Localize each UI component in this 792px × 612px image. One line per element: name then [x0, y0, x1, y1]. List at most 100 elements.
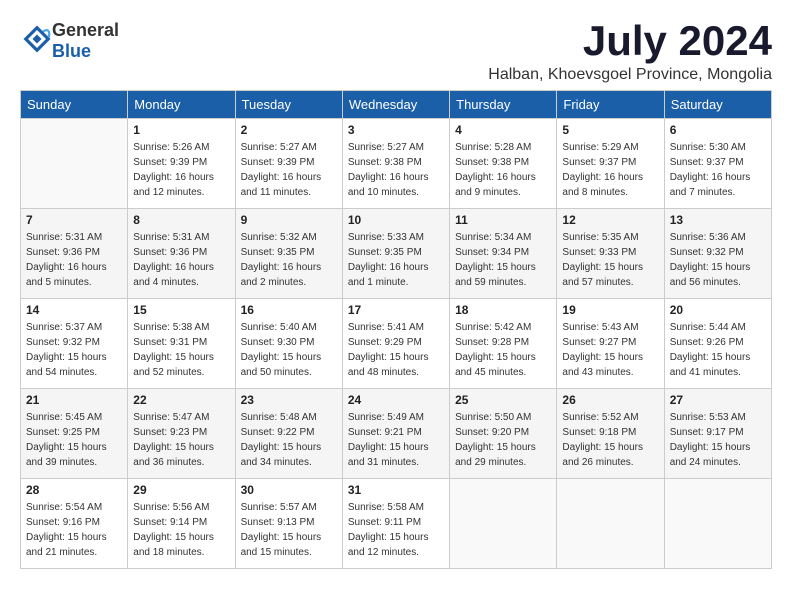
day-number: 11 [455, 213, 551, 227]
table-row: 9Sunrise: 5:32 AM Sunset: 9:35 PM Daylig… [235, 209, 342, 299]
day-number: 6 [670, 123, 766, 137]
table-row: 3Sunrise: 5:27 AM Sunset: 9:38 PM Daylig… [342, 119, 449, 209]
day-number: 23 [241, 393, 337, 407]
day-number: 13 [670, 213, 766, 227]
table-row: 8Sunrise: 5:31 AM Sunset: 9:36 PM Daylig… [128, 209, 235, 299]
day-info: Sunrise: 5:37 AM Sunset: 9:32 PM Dayligh… [26, 320, 122, 380]
table-row: 15 Sunrise: 5:38 AM Sunset: 9:31 PM Dayli… [128, 299, 235, 389]
table-row: 14Sunrise: 5:37 AM Sunset: 9:32 PM Dayli… [21, 299, 128, 389]
table-row: 19 Sunrise: 5:43 AM Sunset: 9:27 PM Dayli… [557, 299, 664, 389]
day-number: 17 [348, 303, 444, 317]
table-row: 28 Sunrise: 5:54 AM Sunset: 9:16 PM Dayli… [21, 479, 128, 569]
day-number: 18 [455, 303, 551, 317]
day-number: 16 [241, 303, 337, 317]
day-number: 10 [348, 213, 444, 227]
day-info: Sunrise: 5:56 AM Sunset: 9:14 PM Dayligh… [133, 500, 229, 560]
day-number: 22 [133, 393, 229, 407]
day-number: 26 [562, 393, 658, 407]
day-info: Sunrise: 5:50 AM Sunset: 9:20 PM Dayligh… [455, 410, 551, 470]
day-info: Sunrise: 5:45 AM Sunset: 9:25 PM Dayligh… [26, 410, 122, 470]
table-row: 5Sunrise: 5:29 AM Sunset: 9:37 PM Daylig… [557, 119, 664, 209]
table-row: 22Sunrise: 5:47 AM Sunset: 9:23 PM Dayli… [128, 389, 235, 479]
day-info: Sunrise: 5:28 AM Sunset: 9:38 PM Dayligh… [455, 140, 551, 200]
month-year-title: July 2024 [488, 20, 772, 62]
day-info: Sunrise: 5:58 AM Sunset: 9:11 PM Dayligh… [348, 500, 444, 560]
calendar-week-row: 21 Sunrise: 5:45 AM Sunset: 9:25 PM Dayli… [21, 389, 772, 479]
table-row: 18 Sunrise: 5:42 AM Sunset: 9:28 PM Dayli… [450, 299, 557, 389]
logo-blue-text: Blue [52, 41, 91, 61]
table-row: 1 Sunrise: 5:26 AM Sunset: 9:39 PM Daylig… [128, 119, 235, 209]
day-number: 19 [562, 303, 658, 317]
col-saturday: Saturday [664, 91, 771, 119]
day-info: Sunrise: 5:35 AM Sunset: 9:33 PM Dayligh… [562, 230, 658, 290]
day-info: Sunrise: 5:43 AM Sunset: 9:27 PM Dayligh… [562, 320, 658, 380]
day-info: Sunrise: 5:32 AM Sunset: 9:35 PM Dayligh… [241, 230, 337, 290]
day-number: 7 [26, 213, 122, 227]
col-thursday: Thursday [450, 91, 557, 119]
day-info: Sunrise: 5:33 AM Sunset: 9:35 PM Dayligh… [348, 230, 444, 290]
day-number: 27 [670, 393, 766, 407]
table-row: 27 Sunrise: 5:53 AM Sunset: 9:17 PM Dayli… [664, 389, 771, 479]
day-info: Sunrise: 5:44 AM Sunset: 9:26 PM Dayligh… [670, 320, 766, 380]
table-row: 16 Sunrise: 5:40 AM Sunset: 9:30 PM Dayli… [235, 299, 342, 389]
day-info: Sunrise: 5:42 AM Sunset: 9:28 PM Dayligh… [455, 320, 551, 380]
table-row: 12 Sunrise: 5:35 AM Sunset: 9:33 PM Dayli… [557, 209, 664, 299]
day-number: 20 [670, 303, 766, 317]
table-row [450, 479, 557, 569]
day-number: 15 [133, 303, 229, 317]
table-row: 7 Sunrise: 5:31 AM Sunset: 9:36 PM Daylig… [21, 209, 128, 299]
day-info: Sunrise: 5:36 AM Sunset: 9:32 PM Dayligh… [670, 230, 766, 290]
day-info: Sunrise: 5:54 AM Sunset: 9:16 PM Dayligh… [26, 500, 122, 560]
day-number: 28 [26, 483, 122, 497]
day-number: 25 [455, 393, 551, 407]
table-row: 6Sunrise: 5:30 AM Sunset: 9:37 PM Daylig… [664, 119, 771, 209]
day-info: Sunrise: 5:40 AM Sunset: 9:30 PM Dayligh… [241, 320, 337, 380]
day-info: Sunrise: 5:26 AM Sunset: 9:39 PM Dayligh… [133, 140, 229, 200]
day-number: 30 [241, 483, 337, 497]
day-info: Sunrise: 5:49 AM Sunset: 9:21 PM Dayligh… [348, 410, 444, 470]
col-monday: Monday [128, 91, 235, 119]
day-number: 4 [455, 123, 551, 137]
calendar-week-row: 14Sunrise: 5:37 AM Sunset: 9:32 PM Dayli… [21, 299, 772, 389]
day-info: Sunrise: 5:48 AM Sunset: 9:22 PM Dayligh… [241, 410, 337, 470]
table-row: 17 Sunrise: 5:41 AM Sunset: 9:29 PM Dayli… [342, 299, 449, 389]
day-info: Sunrise: 5:31 AM Sunset: 9:36 PM Dayligh… [26, 230, 122, 290]
logo: General Blue [20, 20, 119, 62]
table-row: 2 Sunrise: 5:27 AM Sunset: 9:39 PM Daylig… [235, 119, 342, 209]
day-info: Sunrise: 5:57 AM Sunset: 9:13 PM Dayligh… [241, 500, 337, 560]
table-row [21, 119, 128, 209]
header: General Blue July 2024 Halban, Khoevsgoe… [20, 20, 772, 84]
day-info: Sunrise: 5:52 AM Sunset: 9:18 PM Dayligh… [562, 410, 658, 470]
calendar-header-row: Sunday Monday Tuesday Wednesday Thursday… [21, 91, 772, 119]
day-number: 12 [562, 213, 658, 227]
day-info: Sunrise: 5:34 AM Sunset: 9:34 PM Dayligh… [455, 230, 551, 290]
table-row: 20 Sunrise: 5:44 AM Sunset: 9:26 PM Dayli… [664, 299, 771, 389]
day-info: Sunrise: 5:53 AM Sunset: 9:17 PM Dayligh… [670, 410, 766, 470]
day-number: 1 [133, 123, 229, 137]
day-number: 2 [241, 123, 337, 137]
day-number: 5 [562, 123, 658, 137]
title-block: July 2024 Halban, Khoevsgoel Province, M… [488, 20, 772, 84]
table-row: 13 Sunrise: 5:36 AM Sunset: 9:32 PM Dayli… [664, 209, 771, 299]
table-row: 26 Sunrise: 5:52 AM Sunset: 9:18 PM Dayli… [557, 389, 664, 479]
table-row: 23 Sunrise: 5:48 AM Sunset: 9:22 PM Dayli… [235, 389, 342, 479]
table-row: 21 Sunrise: 5:45 AM Sunset: 9:25 PM Dayli… [21, 389, 128, 479]
logo-icon [22, 24, 52, 54]
day-info: Sunrise: 5:27 AM Sunset: 9:39 PM Dayligh… [241, 140, 337, 200]
day-info: Sunrise: 5:31 AM Sunset: 9:36 PM Dayligh… [133, 230, 229, 290]
location-subtitle: Halban, Khoevsgoel Province, Mongolia [488, 66, 772, 84]
day-info: Sunrise: 5:41 AM Sunset: 9:29 PM Dayligh… [348, 320, 444, 380]
table-row: 10 Sunrise: 5:33 AM Sunset: 9:35 PM Dayli… [342, 209, 449, 299]
col-tuesday: Tuesday [235, 91, 342, 119]
col-wednesday: Wednesday [342, 91, 449, 119]
table-row: 4 Sunrise: 5:28 AM Sunset: 9:38 PM Daylig… [450, 119, 557, 209]
table-row: 11 Sunrise: 5:34 AM Sunset: 9:34 PM Dayli… [450, 209, 557, 299]
day-number: 21 [26, 393, 122, 407]
day-number: 24 [348, 393, 444, 407]
table-row [557, 479, 664, 569]
day-number: 3 [348, 123, 444, 137]
table-row [664, 479, 771, 569]
calendar-table: Sunday Monday Tuesday Wednesday Thursday… [20, 90, 772, 569]
table-row: 30 Sunrise: 5:57 AM Sunset: 9:13 PM Dayli… [235, 479, 342, 569]
day-info: Sunrise: 5:38 AM Sunset: 9:31 PM Dayligh… [133, 320, 229, 380]
